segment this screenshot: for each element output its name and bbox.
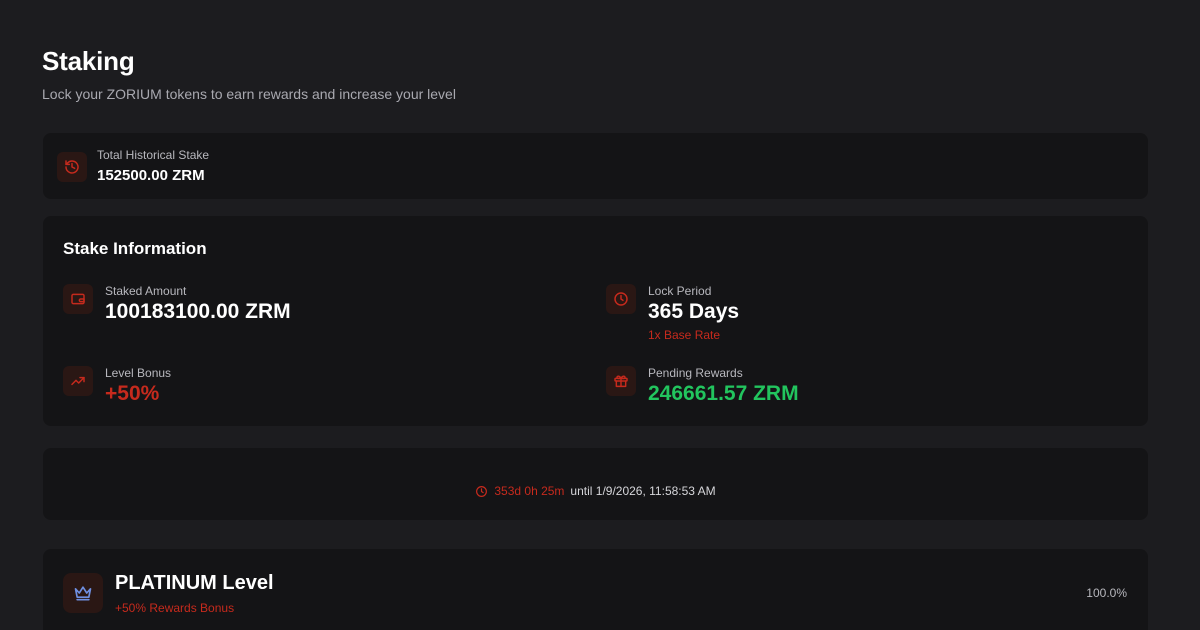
lock-period-rate: 1x Base Rate [648,328,721,342]
wallet-icon [63,284,93,314]
level-bonus-label: Level Bonus [105,366,172,380]
unlock-countdown-card: 353d 0h 25m until 1/9/2026, 11:58:53 AM [43,448,1148,520]
level-bonus-value: +50% [105,382,160,405]
countdown-remaining: 353d 0h 25m [494,484,565,498]
history-icon [57,152,87,182]
stake-information-title: Stake Information [63,239,207,258]
clock-icon [606,284,636,314]
pending-rewards-value: 246661.57 ZRM [648,382,799,405]
level-card: PLATINUM Level +50% Rewards Bonus 100.0% [43,549,1148,630]
level-rewards-bonus: +50% Rewards Bonus [115,601,235,615]
level-name: PLATINUM Level [115,572,274,594]
gift-icon [606,366,636,396]
trending-up-icon [63,366,93,396]
staking-page: Staking Lock your ZORIUM tokens to earn … [0,0,1200,630]
page-subtitle: Lock your ZORIUM tokens to earn rewards … [42,86,456,102]
countdown-until-date: until 1/9/2026, 11:58:53 AM [570,484,716,498]
lock-period-label: Lock Period [648,284,712,298]
staked-amount-label: Staked Amount [105,284,187,298]
lock-period-value: 365 Days [648,300,740,323]
unlock-countdown: 353d 0h 25m until 1/9/2026, 11:58:53 AM [43,484,1148,498]
historical-stake-label: Total Historical Stake [97,148,210,162]
page-title: Staking [42,46,135,76]
staked-amount-value: 100183100.00 ZRM [105,300,291,323]
clock-icon [476,485,488,497]
historical-stake-value: 152500.00 ZRM [97,167,205,184]
stake-information-card: Stake Information Staked Amount 10018310… [43,216,1148,426]
pending-rewards-label: Pending Rewards [648,366,743,380]
crown-icon [63,573,103,613]
historical-stake-card: Total Historical Stake 152500.00 ZRM [43,133,1148,199]
level-progress-percent: 100.0% [1086,586,1127,600]
